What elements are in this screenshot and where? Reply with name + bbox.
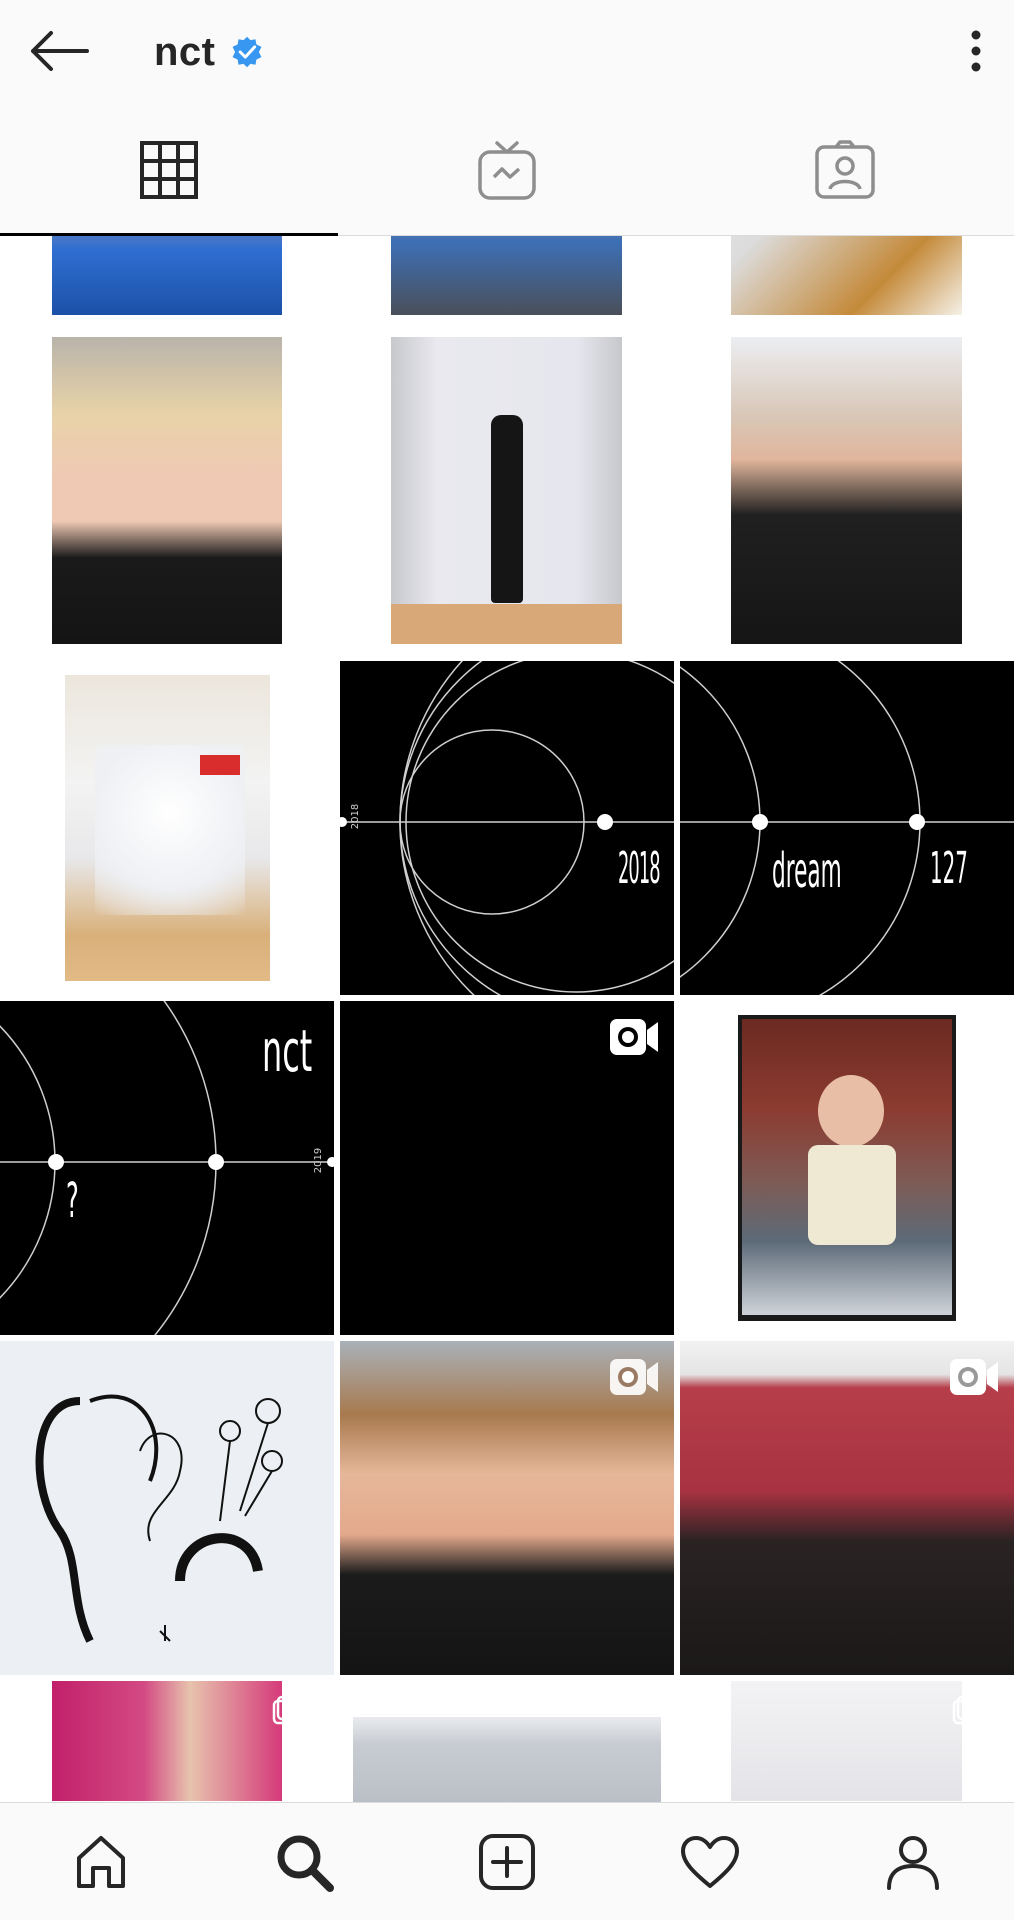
posts-grid: 2018 2018 dream 127 nct ? 2019 <box>0 236 1014 1802</box>
post-thumbnail-illustration[interactable] <box>0 1341 334 1675</box>
post-thumbnail[interactable] <box>340 1681 674 1802</box>
post-thumbnail[interactable] <box>0 1681 334 1802</box>
post-thumbnail-2018[interactable]: 2018 2018 <box>340 661 674 995</box>
back-button[interactable] <box>24 22 94 80</box>
post-graphic <box>680 661 1014 995</box>
profile-title: nct <box>154 24 264 80</box>
post-photo <box>52 1681 282 1801</box>
post-photo <box>738 1015 956 1321</box>
nav-home[interactable] <box>0 1803 203 1920</box>
igtv-icon <box>478 140 536 200</box>
post-year-vertical: 2018 <box>350 803 362 830</box>
post-photo <box>52 337 282 644</box>
post-thumbnail[interactable] <box>680 1001 1014 1335</box>
post-photo <box>731 337 962 644</box>
search-icon <box>277 1835 335 1892</box>
post-thumbnail-nct[interactable]: nct ? 2019 <box>0 1001 334 1335</box>
nav-search[interactable] <box>203 1803 406 1920</box>
more-options-button[interactable] <box>948 22 1004 80</box>
post-photo <box>731 1681 962 1801</box>
post-photo <box>52 236 282 315</box>
add-post-icon <box>478 1833 535 1890</box>
video-camera-icon <box>610 1359 658 1395</box>
arrow-left-icon <box>31 31 89 71</box>
post-caption-question: ? <box>66 1173 79 1229</box>
post-thumbnail-video[interactable] <box>340 1001 674 1335</box>
video-camera-icon <box>950 1359 998 1395</box>
nav-activity[interactable] <box>608 1803 811 1920</box>
post-graphic <box>35 1394 283 1643</box>
post-graphic <box>340 661 674 995</box>
multiple-photos-icon <box>952 1695 980 1725</box>
post-thumbnail[interactable] <box>680 236 1014 315</box>
video-camera-icon <box>610 1019 658 1055</box>
nav-profile[interactable] <box>811 1803 1014 1920</box>
post-photo <box>353 1717 661 1802</box>
post-thumbnail[interactable] <box>0 321 334 655</box>
tab-tagged[interactable] <box>676 104 1014 235</box>
verified-badge-icon <box>232 36 261 68</box>
post-thumbnail[interactable] <box>680 1681 1014 1802</box>
post-photo <box>65 675 270 981</box>
post-thumbnail[interactable] <box>340 236 674 315</box>
more-vertical-icon <box>971 30 981 72</box>
post-thumbnail[interactable] <box>0 236 334 315</box>
post-thumbnail-video[interactable] <box>340 1341 674 1675</box>
grid-icon <box>140 140 198 199</box>
post-caption-127: 127 <box>930 843 968 894</box>
post-thumbnail-dream-127[interactable]: dream 127 <box>680 661 1014 995</box>
post-thumbnail[interactable] <box>680 321 1014 655</box>
tab-grid[interactable] <box>0 104 338 236</box>
multiple-photos-icon <box>272 1695 300 1725</box>
home-icon <box>77 1835 126 1888</box>
post-caption-dream: dream <box>772 843 842 899</box>
post-caption-2018: 2018 <box>618 843 661 894</box>
post-photo <box>731 236 962 315</box>
post-thumbnail[interactable] <box>0 661 334 995</box>
tagged-user-icon <box>815 139 875 199</box>
profile-tabs <box>0 104 1014 236</box>
post-photo <box>391 337 622 644</box>
profile-icon <box>886 1835 939 1890</box>
username-title: nct <box>154 29 216 74</box>
bottom-navigation <box>0 1802 1014 1920</box>
post-year-vertical: 2019 <box>313 1147 325 1174</box>
post-thumbnail-video[interactable] <box>680 1341 1014 1675</box>
nct-logo-text: nct <box>262 1017 313 1085</box>
post-thumbnail[interactable] <box>340 321 674 655</box>
top-bar: nct <box>0 0 1014 104</box>
heart-icon <box>680 1835 739 1888</box>
nav-new-post[interactable] <box>406 1803 609 1920</box>
post-photo <box>391 236 622 315</box>
tab-igtv[interactable] <box>338 104 676 235</box>
